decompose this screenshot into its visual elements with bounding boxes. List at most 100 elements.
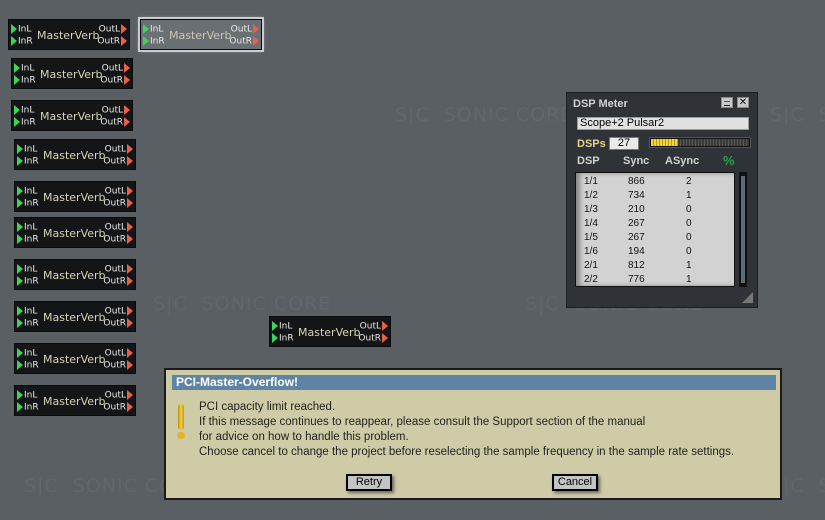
- input-port-right[interactable]: InR: [17, 156, 39, 167]
- output-port-left[interactable]: OutL: [105, 186, 133, 197]
- masterverb-module[interactable]: InL InR MasterVerb OutL OutR: [8, 19, 130, 50]
- output-port-right[interactable]: OutR: [358, 333, 388, 344]
- output-port-icon: [127, 390, 133, 400]
- dsp-list-scrollbar[interactable]: [739, 172, 747, 287]
- port-label: InR: [24, 276, 39, 287]
- output-port-right[interactable]: OutR: [103, 402, 133, 413]
- input-port-icon: [14, 105, 20, 115]
- port-label: InR: [18, 36, 33, 47]
- input-port-left[interactable]: InL: [11, 24, 31, 35]
- input-port-right[interactable]: InR: [14, 117, 36, 128]
- output-port-left[interactable]: OutL: [105, 144, 133, 155]
- input-port-right[interactable]: InR: [17, 402, 39, 413]
- output-port-icon: [124, 75, 130, 85]
- output-port-icon: [127, 198, 133, 208]
- input-port-right[interactable]: InR: [143, 36, 165, 47]
- output-port-left[interactable]: OutL: [105, 306, 133, 317]
- dsp-id: 1/1: [584, 176, 598, 187]
- masterverb-module[interactable]: InL InR MasterVerb OutL OutR: [11, 58, 133, 89]
- input-port-icon: [17, 390, 23, 400]
- output-port-right[interactable]: OutR: [103, 360, 133, 371]
- dsp-list-row: 1/5 267 0: [576, 232, 734, 246]
- input-port-right[interactable]: InR: [17, 276, 39, 287]
- input-port-left[interactable]: InL: [17, 144, 37, 155]
- output-port-left[interactable]: OutL: [360, 321, 388, 332]
- masterverb-module[interactable]: InL InR MasterVerb OutL OutR: [269, 316, 391, 347]
- input-port-icon: [17, 144, 23, 154]
- masterverb-module[interactable]: InL InR MasterVerb OutL OutR: [11, 100, 133, 131]
- masterverb-module[interactable]: InL InR MasterVerb OutL OutR: [14, 343, 136, 374]
- input-port-right[interactable]: InR: [17, 234, 39, 245]
- output-port-left[interactable]: OutL: [105, 390, 133, 401]
- output-port-left[interactable]: OutL: [102, 63, 130, 74]
- resize-grip[interactable]: [742, 292, 753, 303]
- output-port-icon: [124, 105, 130, 115]
- output-port-icon: [124, 117, 130, 127]
- async-value: 1: [686, 190, 692, 201]
- dsp-meter-title: DSP Meter: [573, 98, 628, 110]
- input-port-left[interactable]: InL: [17, 222, 37, 233]
- masterverb-module[interactable]: InL InR MasterVerb OutL OutR: [14, 217, 136, 248]
- dialog-message-line: for advice on how to handle this problem…: [199, 431, 409, 443]
- async-value: 2: [686, 176, 692, 187]
- retry-button[interactable]: Retry: [346, 474, 392, 491]
- output-port-left[interactable]: OutL: [99, 24, 127, 35]
- output-port-left[interactable]: OutL: [105, 264, 133, 275]
- output-port-icon: [121, 24, 127, 34]
- device-name-field[interactable]: Scope+2 Pulsar2: [577, 117, 749, 130]
- warning-icon: [178, 404, 184, 430]
- input-port-icon: [17, 318, 23, 328]
- minimize-icon[interactable]: [721, 97, 733, 108]
- dsp-meter-window[interactable]: DSP Meter ✕ Scope+2 Pulsar2 DSPs 27 DSP …: [566, 92, 758, 308]
- input-port-right[interactable]: InR: [11, 36, 33, 47]
- masterverb-module[interactable]: InL InR MasterVerb OutL OutR: [14, 259, 136, 290]
- input-port-right[interactable]: InR: [17, 198, 39, 209]
- input-port-right[interactable]: InR: [17, 318, 39, 329]
- sync-value: 194: [628, 246, 645, 257]
- input-port-right[interactable]: InR: [272, 333, 294, 344]
- output-port-right[interactable]: OutR: [100, 75, 130, 86]
- output-port-right[interactable]: OutR: [229, 36, 259, 47]
- input-port-left[interactable]: InL: [17, 390, 37, 401]
- close-icon[interactable]: ✕: [737, 97, 749, 108]
- output-port-right[interactable]: OutR: [103, 318, 133, 329]
- input-port-right[interactable]: InR: [14, 75, 36, 86]
- output-port-left[interactable]: OutL: [105, 222, 133, 233]
- port-label: OutL: [104, 306, 126, 317]
- input-port-left[interactable]: InL: [17, 348, 37, 359]
- output-port-right[interactable]: OutR: [103, 276, 133, 287]
- output-port-left[interactable]: OutL: [105, 348, 133, 359]
- input-port-right[interactable]: InR: [17, 360, 39, 371]
- port-label: OutL: [104, 390, 126, 401]
- masterverb-module[interactable]: InL InR MasterVerb OutL OutR: [14, 181, 136, 212]
- output-port-right[interactable]: OutR: [103, 198, 133, 209]
- input-port-left[interactable]: InL: [14, 63, 34, 74]
- output-port-right[interactable]: OutR: [103, 234, 133, 245]
- input-port-left[interactable]: InL: [14, 105, 34, 116]
- output-port-left[interactable]: OutL: [231, 24, 259, 35]
- masterverb-module[interactable]: InL InR MasterVerb OutL OutR: [138, 17, 264, 52]
- module-name: MasterVerb: [43, 311, 106, 324]
- percent-toggle-icon[interactable]: %: [723, 153, 735, 168]
- output-port-right[interactable]: OutR: [100, 117, 130, 128]
- sync-value: 267: [628, 218, 645, 229]
- output-port-left[interactable]: OutL: [102, 105, 130, 116]
- masterverb-module[interactable]: InL InR MasterVerb OutL OutR: [14, 385, 136, 416]
- port-label: InL: [24, 186, 38, 197]
- input-port-left[interactable]: InL: [17, 306, 37, 317]
- output-port-icon: [382, 333, 388, 343]
- port-label: OutR: [103, 318, 126, 329]
- input-port-left[interactable]: InL: [143, 24, 163, 35]
- input-port-left[interactable]: InL: [272, 321, 292, 332]
- output-port-icon: [127, 348, 133, 358]
- masterverb-module[interactable]: InL InR MasterVerb OutL OutR: [14, 301, 136, 332]
- input-port-left[interactable]: InL: [17, 186, 37, 197]
- output-port-right[interactable]: OutR: [103, 156, 133, 167]
- output-port-icon: [127, 234, 133, 244]
- masterverb-module[interactable]: InL InR MasterVerb OutL OutR: [14, 139, 136, 170]
- port-label: InL: [24, 222, 38, 233]
- output-port-right[interactable]: OutR: [97, 36, 127, 47]
- cancel-button[interactable]: Cancel: [552, 474, 598, 491]
- input-port-left[interactable]: InL: [17, 264, 37, 275]
- port-label: InL: [24, 264, 38, 275]
